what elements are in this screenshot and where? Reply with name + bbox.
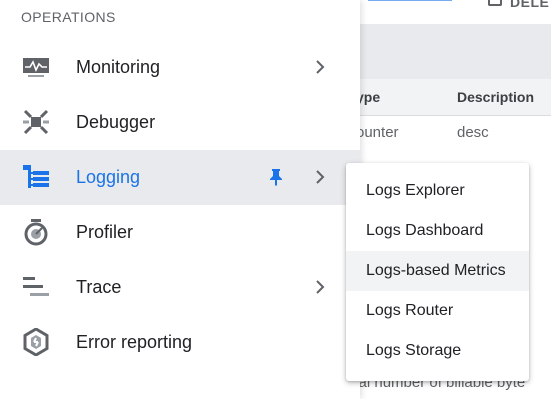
submenu-item-logs-dashboard[interactable]: Logs Dashboard (346, 211, 529, 251)
pin-icon[interactable] (268, 168, 284, 186)
background-toolbar: DELE (360, 0, 551, 24)
chevron-right-icon (313, 280, 327, 294)
menu-item-label: Logging (76, 167, 141, 187)
monitoring-icon (22, 53, 50, 81)
menu-item-monitoring[interactable]: Monitoring (0, 40, 360, 95)
profiler-icon (22, 218, 50, 246)
delete-label[interactable]: DELE (510, 0, 549, 10)
background-table-header: ype Description (356, 79, 551, 116)
submenu-item-label: Logs Dashboard (366, 222, 484, 239)
cell-description: desc (457, 124, 489, 141)
error-reporting-icon (22, 328, 50, 356)
submenu-item-logs-storage[interactable]: Logs Storage (346, 331, 529, 371)
logging-submenu: Logs Explorer Logs Dashboard Logs-based … (346, 163, 529, 381)
section-header: OPERATIONS (21, 9, 116, 25)
background-link[interactable] (368, 0, 452, 1)
menu-item-profiler[interactable]: Profiler (0, 205, 360, 260)
chevron-right-icon (313, 170, 327, 184)
menu-item-label: Monitoring (76, 57, 161, 77)
submenu-item-label: Logs-based Metrics (366, 262, 506, 279)
trace-icon (22, 273, 50, 301)
menu-item-label: Error reporting (76, 332, 193, 352)
cell-type: ounter (356, 124, 399, 141)
menu-item-trace[interactable]: Trace (0, 260, 360, 315)
debugger-icon (22, 108, 50, 136)
operations-menu: OPERATIONS Monitoring Debugger Logging P… (0, 0, 360, 399)
menu-item-debugger[interactable]: Debugger (0, 95, 360, 150)
menu-item-error-reporting[interactable]: Error reporting (0, 315, 360, 370)
background-band (360, 24, 551, 79)
submenu-item-label: Logs Explorer (366, 182, 465, 199)
menu-item-label: Debugger (76, 112, 156, 132)
submenu-item-logs-based-metrics[interactable]: Logs-based Metrics (346, 251, 529, 291)
submenu-item-logs-explorer[interactable]: Logs Explorer (346, 171, 529, 211)
column-description: Description (457, 89, 535, 105)
submenu-item-label: Logs Storage (366, 342, 462, 359)
submenu-item-label: Logs Router (366, 302, 454, 319)
menu-item-logging[interactable]: Logging (0, 150, 360, 205)
table-row[interactable]: ounter desc (356, 116, 551, 150)
delete-icon[interactable] (488, 0, 502, 6)
logging-icon (22, 163, 50, 191)
menu-item-label: Profiler (76, 222, 134, 242)
chevron-right-icon (313, 60, 327, 74)
submenu-item-logs-router[interactable]: Logs Router (346, 291, 529, 331)
menu-item-label: Trace (76, 277, 122, 297)
